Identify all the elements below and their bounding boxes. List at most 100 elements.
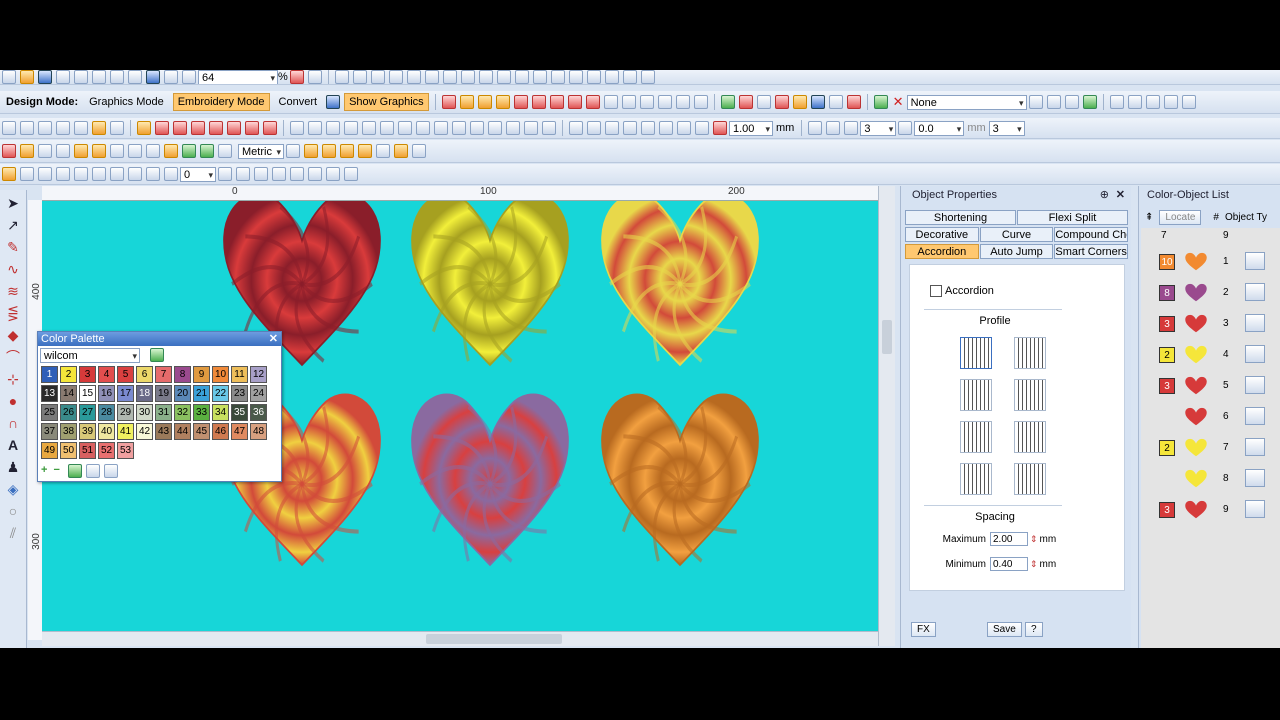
save-button[interactable]: Save (987, 622, 1022, 637)
shape-3-icon[interactable] (38, 144, 52, 158)
save-icon[interactable] (38, 70, 52, 84)
color-swatch[interactable]: 34 (212, 404, 229, 421)
align-middle-icon[interactable] (1181, 95, 1196, 109)
shape-1-icon[interactable] (2, 144, 16, 158)
color-swatch[interactable]: 30 (136, 404, 153, 421)
edit-color-icon[interactable] (67, 464, 82, 478)
color-swatch[interactable]: 43 (155, 423, 172, 440)
undo-icon[interactable] (146, 70, 160, 84)
profile-option-6[interactable] (1014, 421, 1046, 453)
arrange-1-icon[interactable] (569, 121, 583, 135)
color-swatch[interactable]: 48 (250, 423, 267, 440)
wave-icon[interactable] (567, 95, 582, 109)
apply-icon[interactable] (1028, 95, 1043, 109)
transform-13-icon[interactable] (254, 167, 268, 181)
color-swatch[interactable]: 42 (136, 423, 153, 440)
new-file-icon[interactable] (2, 70, 16, 84)
color-swatch[interactable]: 22 (212, 385, 229, 402)
units-4-icon[interactable] (340, 144, 354, 158)
cycle-color-icon[interactable] (85, 464, 100, 478)
color-swatch[interactable]: 12 (250, 366, 267, 383)
color-swatch[interactable]: 28 (98, 404, 115, 421)
zoom-icon[interactable] (182, 70, 196, 84)
palette-options-icon[interactable] (150, 348, 164, 362)
redraw-icon[interactable] (478, 70, 493, 84)
zoom-combo[interactable]: 64 (198, 70, 278, 84)
shape-6-icon[interactable] (92, 144, 106, 158)
slow-redraw-icon[interactable] (460, 70, 475, 84)
select-object-icon[interactable] (792, 95, 807, 109)
globe-icon[interactable] (326, 95, 341, 109)
transform-15-icon[interactable] (290, 167, 304, 181)
shape-11-icon[interactable] (200, 144, 214, 158)
checkbox-icon[interactable] (56, 121, 70, 135)
fill-shape-icon[interactable]: ◆ (4, 326, 22, 344)
tab-auto-jump[interactable]: Auto Jump (979, 244, 1054, 259)
shape-10-icon[interactable] (182, 144, 196, 158)
shape-7-icon[interactable] (110, 144, 124, 158)
fx-button[interactable]: FX (911, 622, 936, 637)
star-icon[interactable] (513, 95, 528, 109)
profile-option-8[interactable] (1014, 463, 1046, 495)
freehand-icon[interactable]: ✎ (4, 238, 22, 256)
heart-yellow-spiral[interactable] (411, 201, 569, 367)
collapse-all-icon[interactable]: ⇞ (1145, 212, 1153, 223)
color-swatch[interactable]: 13 (41, 385, 58, 402)
color-swatch[interactable]: 41 (117, 423, 134, 440)
color-swatch[interactable]: 25 (41, 404, 58, 421)
grid-icon[interactable] (352, 70, 367, 84)
transform-17-icon[interactable] (326, 167, 340, 181)
shape-8-icon[interactable] (128, 144, 142, 158)
tab-accordion[interactable]: Accordion (905, 244, 979, 259)
color-swatch[interactable]: 29 (117, 404, 134, 421)
color-swatch[interactable]: 23 (231, 385, 248, 402)
transform-7-icon[interactable] (110, 167, 124, 181)
profile-option-2[interactable] (1014, 337, 1046, 369)
print-preview-icon[interactable] (74, 70, 88, 84)
lock-object-icon[interactable] (110, 121, 124, 135)
effect-4-icon[interactable] (344, 121, 358, 135)
effect-5-icon[interactable] (362, 121, 376, 135)
color-swatch[interactable]: 27 (79, 404, 96, 421)
stitch-type-6-icon[interactable] (227, 121, 241, 135)
color-swatch[interactable]: 16 (98, 385, 115, 402)
brush-icon[interactable] (810, 95, 825, 109)
color-swatch[interactable]: 11 (231, 366, 248, 383)
stitch-list-icon[interactable] (496, 70, 511, 84)
color-swatch[interactable]: 47 (231, 423, 248, 440)
size-input[interactable]: 1.00 (729, 120, 773, 137)
fill-stitch-icon[interactable] (441, 95, 456, 109)
graphics-mode-button[interactable]: Graphics Mode (84, 93, 169, 111)
align-right-icon[interactable] (1145, 95, 1160, 109)
align-top-icon[interactable] (1163, 95, 1178, 109)
stitch-type-8-icon[interactable] (263, 121, 277, 135)
color-swatch[interactable]: 14 (60, 385, 77, 402)
vertical-scrollbar[interactable] (878, 186, 895, 646)
heart-red-purple-radial[interactable] (411, 393, 569, 567)
transform-input[interactable]: 0 (180, 166, 216, 183)
repeat-1-icon[interactable] (808, 121, 823, 135)
color-swatch[interactable]: 38 (60, 423, 77, 440)
palette-icon[interactable] (873, 95, 888, 109)
color-object-row[interactable]: 10 1 (1141, 246, 1280, 276)
color-swatch[interactable]: 7 (155, 366, 172, 383)
stitch-type-1-icon[interactable] (137, 121, 151, 135)
color-swatch[interactable]: 49 (41, 442, 58, 459)
color-swatch[interactable]: 40 (98, 423, 115, 440)
units-3-icon[interactable] (322, 144, 336, 158)
color-swatch[interactable]: 8 (174, 366, 191, 383)
color-swatch[interactable]: 15 (79, 385, 96, 402)
close-icon[interactable]: ✕ (269, 332, 278, 346)
motif-tool-icon[interactable]: ○ (4, 502, 22, 520)
transform-16-icon[interactable] (308, 167, 322, 181)
color-object-row[interactable]: 24 (1141, 339, 1280, 369)
scale-icon[interactable] (604, 70, 619, 84)
transform-10-icon[interactable] (164, 167, 178, 181)
options-icon[interactable] (514, 70, 529, 84)
zoom-out-icon[interactable] (307, 70, 322, 84)
remove-color-icon[interactable]: − (53, 464, 59, 478)
locate-button[interactable]: Locate (1159, 209, 1202, 225)
effect-3-icon[interactable] (326, 121, 340, 135)
embroidery-mode-button[interactable]: Embroidery Mode (172, 93, 270, 111)
pick-icon[interactable] (1082, 95, 1097, 109)
